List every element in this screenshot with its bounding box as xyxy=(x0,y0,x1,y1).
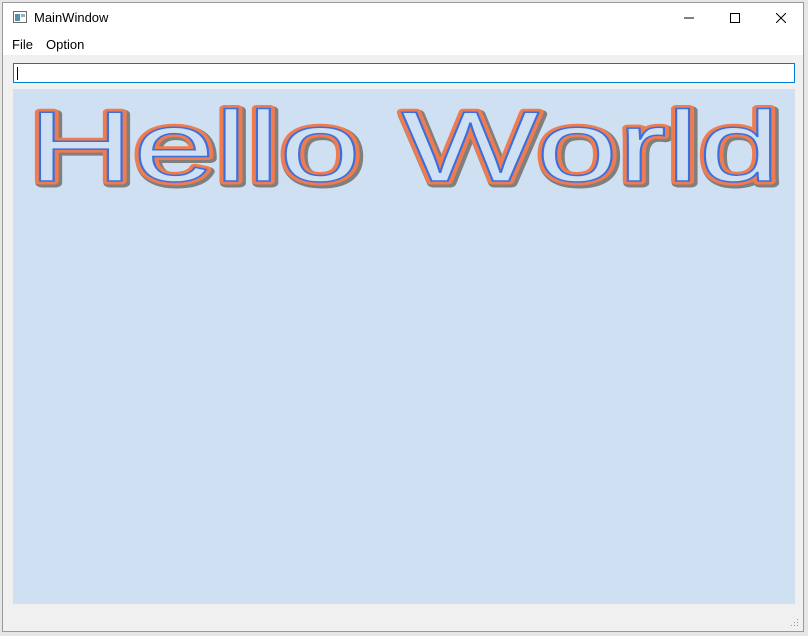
minimize-icon xyxy=(684,17,694,19)
close-button[interactable] xyxy=(758,3,804,33)
drawing-canvas[interactable]: Hello World Hello World Hello World xyxy=(13,89,795,604)
app-icon xyxy=(13,11,27,23)
hello-world-graphic: Hello World Hello World Hello World xyxy=(25,89,787,210)
main-window: MainWindow File Option Hello World Hello… xyxy=(2,2,804,632)
title-bar[interactable]: MainWindow xyxy=(3,3,803,33)
menu-bar: File Option xyxy=(3,33,803,55)
maximize-icon xyxy=(730,13,740,23)
resize-grip-icon[interactable] xyxy=(789,617,799,627)
close-icon xyxy=(776,13,786,23)
minimize-button[interactable] xyxy=(666,3,712,33)
menu-file[interactable]: File xyxy=(12,37,33,52)
text-cursor xyxy=(17,67,18,80)
text-input[interactable] xyxy=(13,63,795,83)
maximize-button[interactable] xyxy=(712,3,758,33)
window-title: MainWindow xyxy=(34,10,109,25)
menu-option[interactable]: Option xyxy=(46,37,84,52)
hello-text-fill: Hello World xyxy=(28,91,780,203)
